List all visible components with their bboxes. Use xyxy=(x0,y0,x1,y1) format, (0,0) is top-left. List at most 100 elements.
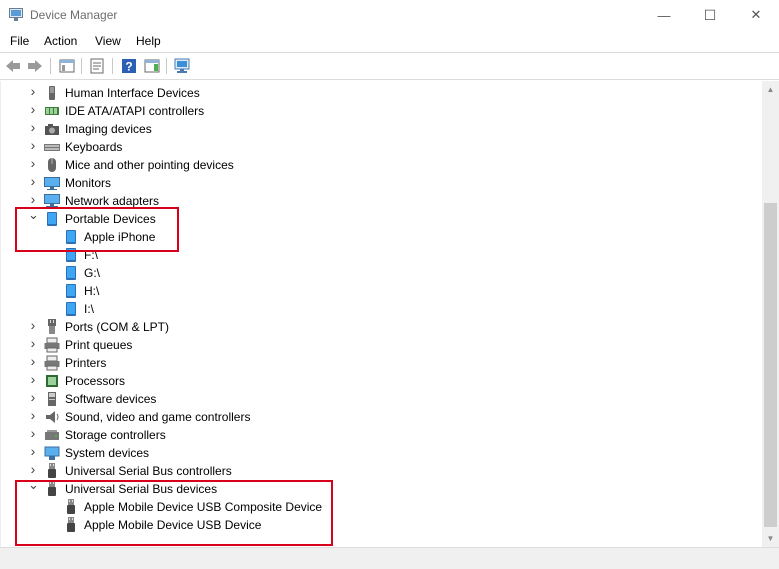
chevron-right-icon[interactable]: › xyxy=(28,102,38,116)
mouse-icon xyxy=(48,158,56,172)
tree-category[interactable]: › Mice and other pointing devices xyxy=(1,156,761,174)
maximize-icon: ☐ xyxy=(703,6,717,23)
port-icon xyxy=(48,319,56,334)
hid-icon xyxy=(49,86,55,100)
software-device-icon xyxy=(48,392,56,406)
portable-device-icon xyxy=(66,284,76,298)
tree-item-label: Processors xyxy=(65,374,126,388)
menu-action[interactable]: Action xyxy=(44,34,77,48)
tree-item-label: Sound, video and game controllers xyxy=(65,410,251,424)
menu-help[interactable]: Help xyxy=(136,34,161,48)
tree-category[interactable]: › Ports (COM & LPT) xyxy=(1,318,761,336)
chevron-right-icon[interactable]: › xyxy=(28,426,38,440)
tree-category[interactable]: › Print queues xyxy=(1,336,761,354)
highlight-box-usb-devices xyxy=(15,480,333,546)
chevron-right-icon[interactable]: › xyxy=(28,120,38,134)
minimize-button[interactable]: — xyxy=(641,0,687,30)
tree-category[interactable]: › Storage controllers xyxy=(1,426,761,444)
chevron-right-icon[interactable]: › xyxy=(28,84,38,98)
chevron-right-icon[interactable]: › xyxy=(28,390,38,404)
usb-icon xyxy=(48,463,56,478)
scroll-up-icon[interactable]: ▲ xyxy=(762,81,779,98)
tree-category[interactable]: › Human Interface Devices xyxy=(1,84,761,102)
tree-device[interactable]: G:\ xyxy=(1,264,761,282)
tree-category[interactable]: › Printers xyxy=(1,354,761,372)
title-bar: Device Manager — ☐ ✕ xyxy=(0,0,779,30)
tree-item-label: Keyboards xyxy=(65,140,123,154)
close-button[interactable]: ✕ xyxy=(733,0,779,30)
tree-item-label: G:\ xyxy=(84,266,101,280)
chevron-right-icon[interactable]: › xyxy=(28,156,38,170)
device-manager-icon xyxy=(9,8,23,21)
minimize-icon: — xyxy=(657,7,671,23)
menu-view[interactable]: View xyxy=(95,34,121,48)
show-hide-console-tree-icon[interactable] xyxy=(58,57,76,75)
tree-device[interactable]: I:\ xyxy=(1,300,761,318)
menu-file[interactable]: File xyxy=(10,34,29,48)
printer-icon xyxy=(44,337,60,353)
maximize-button[interactable]: ☐ xyxy=(687,0,733,30)
forward-arrow-icon[interactable] xyxy=(26,57,44,75)
chevron-right-icon[interactable]: › xyxy=(28,462,38,476)
tree-item-label: System devices xyxy=(65,446,150,460)
chevron-right-icon[interactable]: › xyxy=(28,336,38,350)
portable-device-icon xyxy=(66,302,76,316)
chevron-right-icon[interactable]: › xyxy=(28,372,38,386)
tree-item-label: Printers xyxy=(65,356,107,370)
printer-icon xyxy=(44,355,60,371)
tree-item-label: Storage controllers xyxy=(65,428,166,442)
storage-controller-icon xyxy=(45,430,59,440)
tree-item-label: Human Interface Devices xyxy=(65,86,200,100)
system-device-icon xyxy=(44,446,60,460)
back-arrow-icon[interactable] xyxy=(4,57,22,75)
properties-icon[interactable] xyxy=(88,57,106,75)
processor-icon xyxy=(46,375,58,387)
svg-text:?: ? xyxy=(125,60,132,74)
tree-item-label: Print queues xyxy=(65,338,133,352)
monitor-icon xyxy=(44,177,60,190)
close-icon: ✕ xyxy=(750,7,762,22)
tree-item-label: Universal Serial Bus controllers xyxy=(65,464,232,478)
tree-item-label: Imaging devices xyxy=(65,122,152,136)
chevron-right-icon[interactable]: › xyxy=(28,138,38,152)
tree-category[interactable]: › IDE ATA/ATAPI controllers xyxy=(1,102,761,120)
action-pane-icon[interactable] xyxy=(143,57,161,75)
chevron-right-icon[interactable]: › xyxy=(28,174,38,188)
tree-category[interactable]: › Monitors xyxy=(1,174,761,192)
scroll-thumb[interactable] xyxy=(764,203,777,527)
chevron-right-icon[interactable]: › xyxy=(28,408,38,422)
speaker-icon xyxy=(46,411,59,423)
tree-device[interactable]: H:\ xyxy=(1,282,761,300)
toolbar: ? xyxy=(0,52,779,80)
chevron-right-icon[interactable]: › xyxy=(28,192,38,206)
ide-controller-icon xyxy=(45,107,59,115)
chevron-right-icon[interactable]: › xyxy=(28,318,38,332)
tree-item-label: Monitors xyxy=(65,176,112,190)
window-title: Device Manager xyxy=(30,8,118,22)
keyboard-icon xyxy=(44,144,60,151)
menu-bar: File Action View Help xyxy=(0,31,779,51)
tree-category[interactable]: › Sound, video and game controllers xyxy=(1,408,761,426)
tree-category[interactable]: › System devices xyxy=(1,444,761,462)
tree-item-label: H:\ xyxy=(84,284,100,298)
chevron-right-icon[interactable]: › xyxy=(28,444,38,458)
device-tree: › Human Interface Devices › IDE ATA/ATAPI c… xyxy=(0,81,762,547)
tree-category[interactable]: › Imaging devices xyxy=(1,120,761,138)
tree-category[interactable]: › Universal Serial Bus controllers xyxy=(1,462,761,480)
vertical-scrollbar[interactable]: ▲ ▼ xyxy=(762,81,779,547)
chevron-right-icon[interactable]: › xyxy=(28,354,38,368)
tree-item-label: Mice and other pointing devices xyxy=(65,158,234,172)
horizontal-scrollbar[interactable] xyxy=(0,547,779,569)
tree-item-label: IDE ATA/ATAPI controllers xyxy=(65,104,205,118)
scan-hardware-icon[interactable] xyxy=(174,57,192,75)
scroll-down-icon[interactable]: ▼ xyxy=(762,530,779,547)
highlight-box-portable-devices xyxy=(15,207,179,252)
tree-item-label: I:\ xyxy=(84,302,95,316)
help-icon[interactable]: ? xyxy=(120,57,138,75)
tree-category[interactable]: › Software devices xyxy=(1,390,761,408)
tree-category[interactable]: › Keyboards xyxy=(1,138,761,156)
tree-category[interactable]: › Processors xyxy=(1,372,761,390)
portable-device-icon xyxy=(66,266,76,280)
tree-item-label: Software devices xyxy=(65,392,157,406)
camera-icon xyxy=(45,124,59,135)
